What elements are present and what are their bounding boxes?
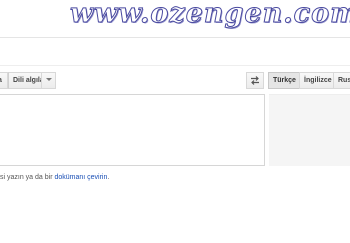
input-hint: si yazın ya da bir dokümanı çevirin.: [0, 174, 109, 181]
translation-output-panel: [269, 94, 350, 166]
swap-languages-icon: [251, 76, 259, 85]
input-hint-prefix: si yazın ya da bir: [0, 174, 55, 181]
target-language-english-button[interactable]: İngilizce: [299, 72, 334, 89]
target-language-turkish-button[interactable]: Türkçe: [268, 72, 300, 89]
chevron-down-icon: [45, 78, 52, 82]
source-text-input[interactable]: [0, 94, 265, 166]
toolbar-divider: [0, 65, 350, 66]
target-language-russian-button[interactable]: Rus: [333, 72, 350, 89]
source-language-button-partial[interactable]: a: [0, 72, 8, 89]
source-language-dropdown-button[interactable]: [41, 72, 56, 89]
detect-language-button[interactable]: Dili algıla: [8, 72, 44, 89]
header-divider: [0, 37, 350, 38]
translate-page: www.ozengen.com a Dili algıla Türkçe İng…: [0, 0, 350, 243]
watermark-text: www.ozengen.com: [70, 0, 350, 30]
swap-languages-button[interactable]: [246, 72, 264, 89]
translate-document-link[interactable]: dokümanı çevirin: [54, 174, 107, 181]
input-hint-suffix: .: [107, 174, 110, 181]
